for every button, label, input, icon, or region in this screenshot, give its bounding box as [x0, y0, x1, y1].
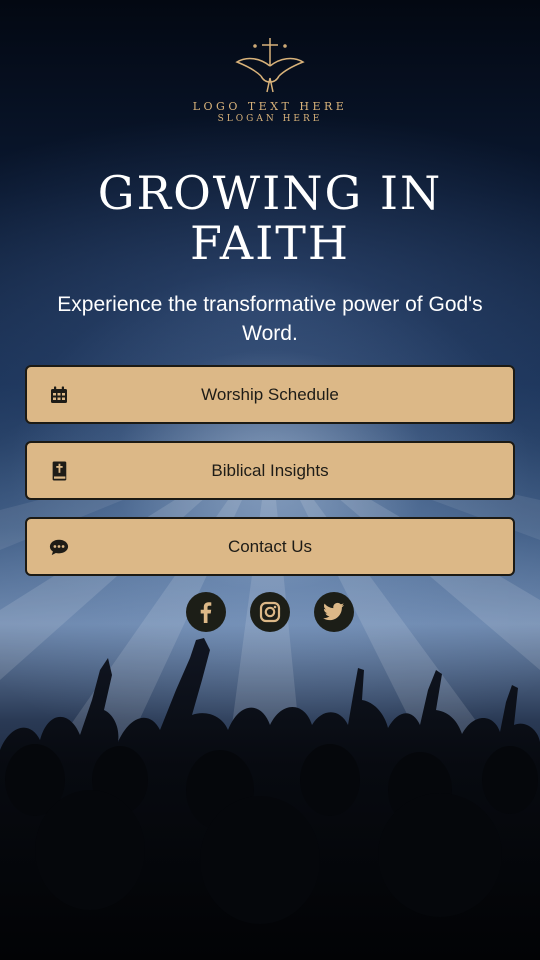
calendar-icon [51, 386, 67, 403]
facebook-icon [200, 602, 212, 623]
main-content: LOGO TEXT HERE SLOGAN HERE GROWING IN FA… [0, 0, 540, 960]
worship-schedule-button[interactable]: Worship Schedule [25, 365, 515, 424]
contact-us-label: Contact Us [227, 536, 313, 556]
chat-bubble-icon [49, 539, 69, 556]
logo-text: LOGO TEXT HERE [192, 100, 348, 113]
instagram-icon [259, 601, 281, 623]
cross-dove-emblem-icon [235, 38, 305, 93]
page-title: GROWING IN FAITH [97, 166, 443, 270]
facebook-link[interactable] [186, 592, 226, 632]
contact-us-button[interactable]: Contact Us [25, 517, 515, 576]
biblical-insights-button[interactable]: Biblical Insights [25, 441, 515, 500]
page-subtitle: Experience the transformative power of G… [57, 293, 483, 345]
bible-icon [52, 461, 67, 481]
logo-slogan: SLOGAN HERE [217, 114, 323, 124]
social-links [0, 592, 540, 632]
twitter-icon [323, 602, 345, 621]
twitter-link[interactable] [314, 592, 354, 632]
instagram-link[interactable] [250, 592, 290, 632]
biblical-insights-label: Biblical Insights [211, 460, 329, 480]
logo[interactable]: LOGO TEXT HERE SLOGAN HERE [0, 36, 540, 124]
worship-schedule-label: Worship Schedule [201, 384, 339, 404]
